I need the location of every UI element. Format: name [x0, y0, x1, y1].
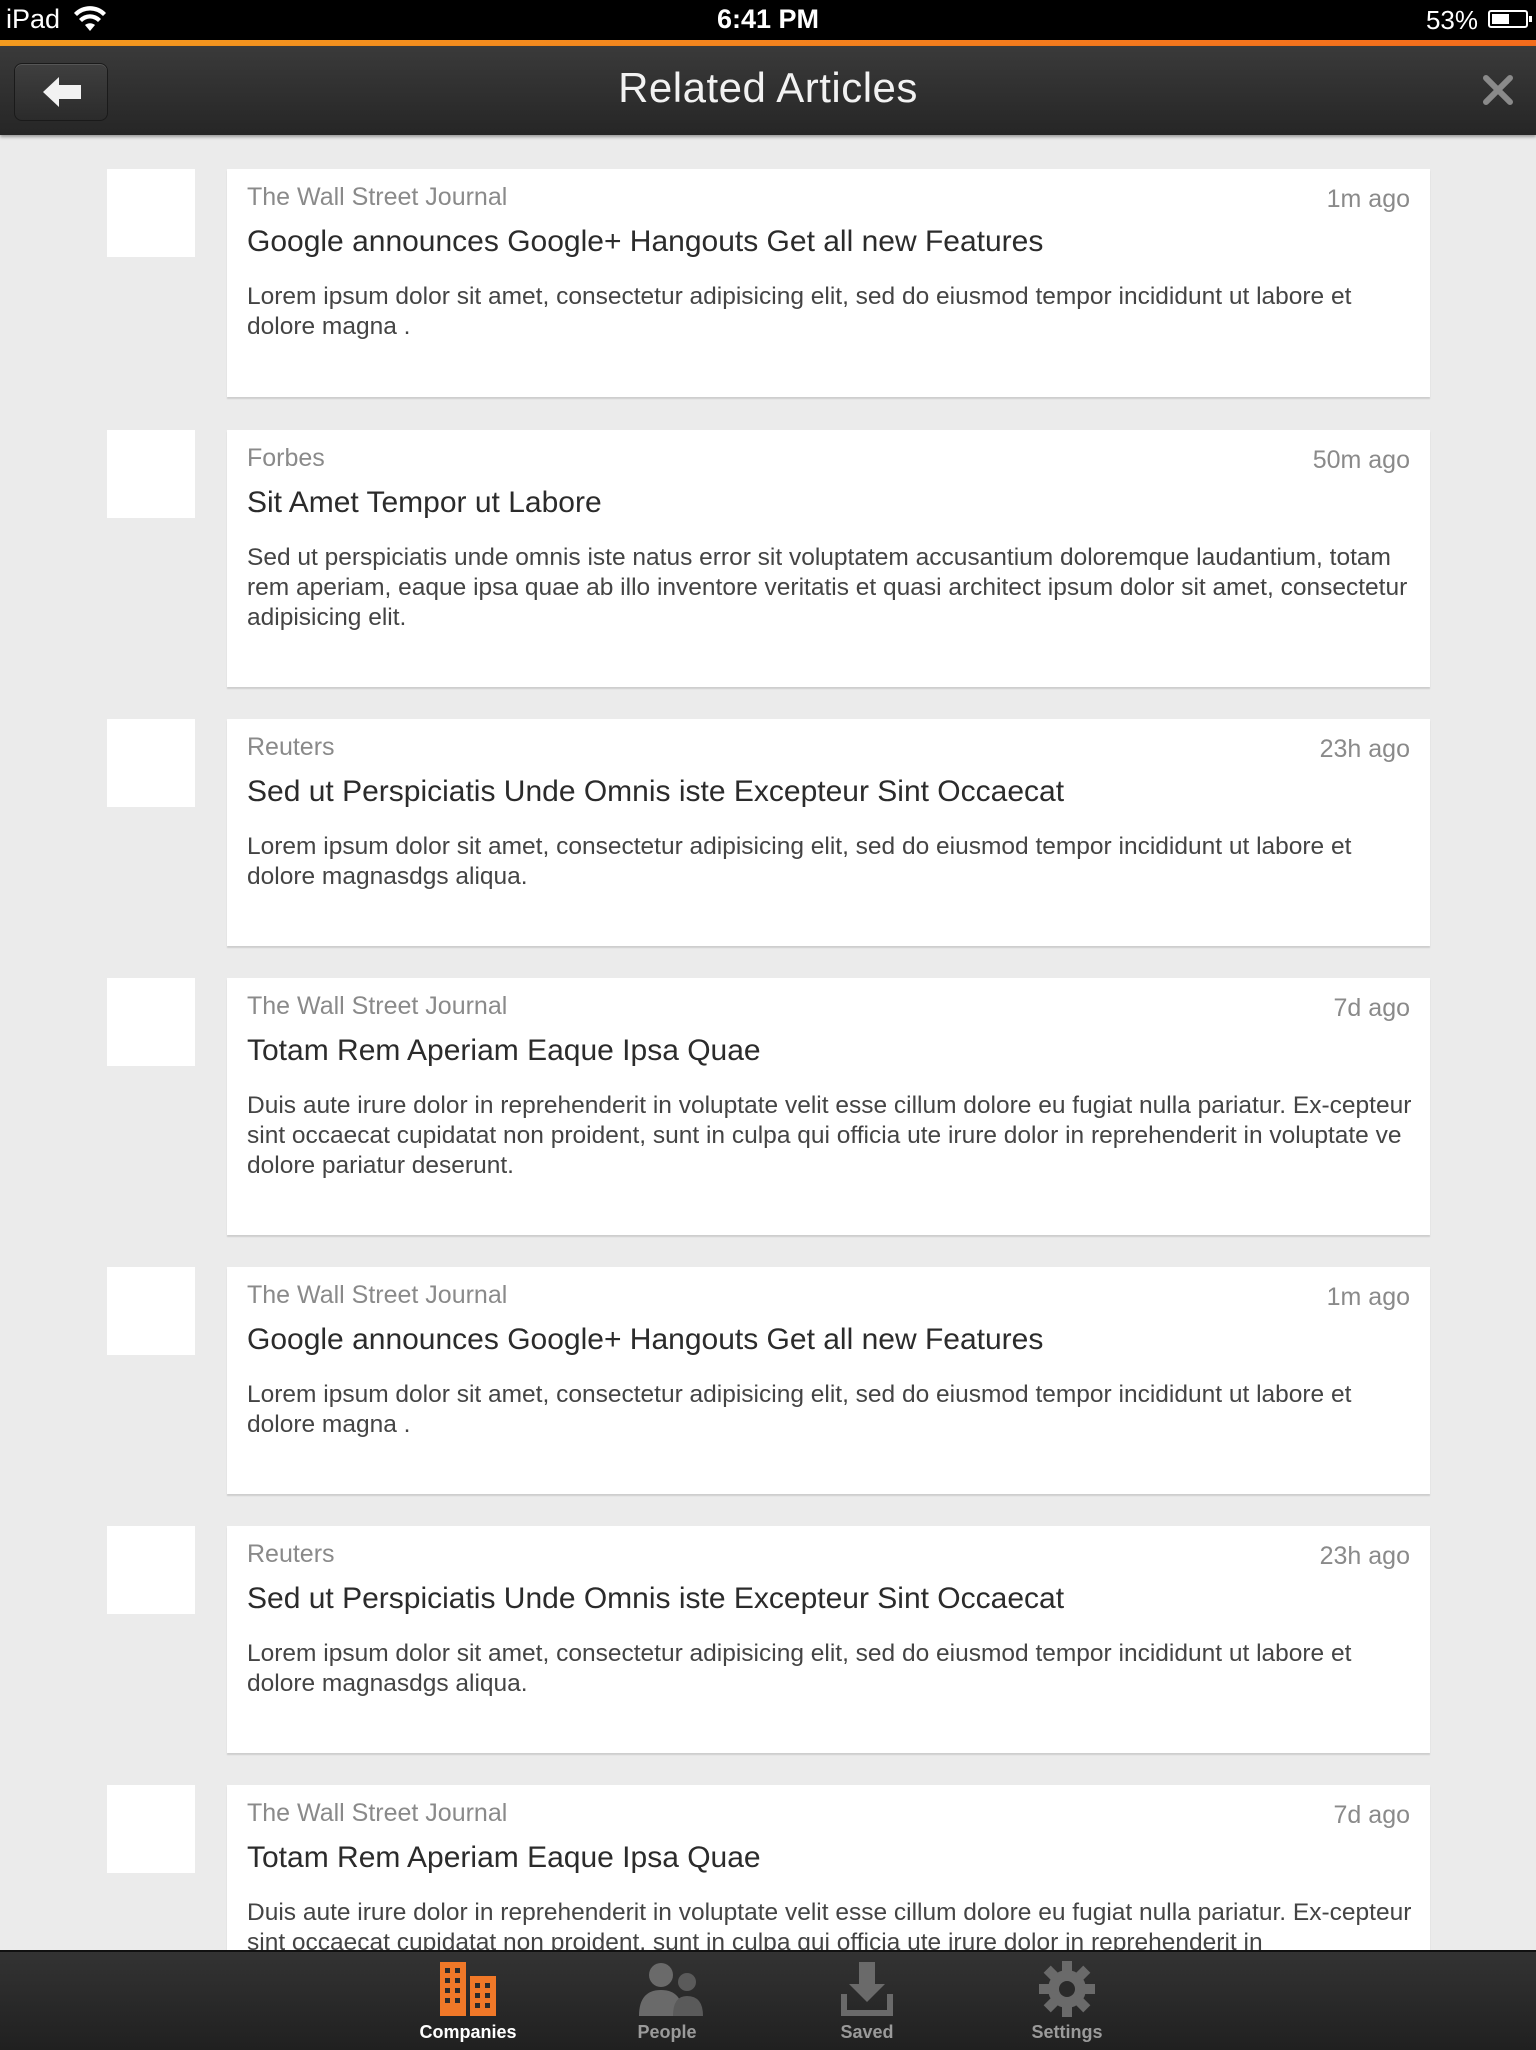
article-summary: Duis aute irure dolor in reprehenderit i…	[247, 1899, 1412, 1950]
article-summary: Sed ut perspiciatis unde omnis iste natu…	[247, 544, 1408, 631]
article-source: The Wall Street Journal	[247, 1799, 508, 1827]
tab-people[interactable]: People	[592, 1952, 742, 2050]
article-card[interactable]: Forbes 50m ago Sit Amet Tempor ut Labore…	[227, 430, 1430, 687]
article-summary: Duis aute irure dolor in reprehenderit i…	[247, 1092, 1412, 1179]
companies-icon	[440, 1962, 496, 2016]
article-list[interactable]: The Wall Street Journal 1m ago Google an…	[0, 135, 1536, 1950]
article-thumbnail	[107, 978, 195, 1066]
article-time: 1m ago	[1326, 1283, 1410, 1311]
article-thumbnail	[107, 430, 195, 518]
people-icon	[639, 1963, 703, 2016]
article-source: The Wall Street Journal	[247, 1281, 508, 1309]
article-time: 23h ago	[1319, 735, 1410, 763]
gear-icon	[1039, 1961, 1095, 2017]
article-time: 7d ago	[1333, 1801, 1410, 1829]
article-thumbnail	[107, 1526, 195, 1614]
article-card[interactable]: Reuters 23h ago Sed ut Perspiciatis Unde…	[227, 719, 1430, 946]
article-headline: Sit Amet Tempor ut Labore	[247, 486, 602, 519]
article-card[interactable]: The Wall Street Journal 7d ago Totam Rem…	[227, 978, 1430, 1235]
article-headline: Google announces Google+ Hangouts Get al…	[247, 225, 1044, 258]
tab-label: People	[637, 2022, 697, 2042]
article-summary: Lorem ipsum dolor sit amet, consectetur …	[247, 833, 1352, 890]
article-card[interactable]: The Wall Street Journal 7d ago Totam Rem…	[227, 1785, 1430, 1950]
article-card[interactable]: Reuters 23h ago Sed ut Perspiciatis Unde…	[227, 1526, 1430, 1753]
article-card[interactable]: The Wall Street Journal 1m ago Google an…	[227, 169, 1430, 397]
tab-label: Saved	[840, 2022, 894, 2042]
article-headline: Sed ut Perspiciatis Unde Omnis iste Exce…	[247, 775, 1065, 808]
page-title: Related Articles	[618, 64, 918, 111]
status-bar: iPad 6:41 PM 53%	[0, 0, 1536, 40]
article-headline: Totam Rem Aperiam Eaque Ipsa Quae	[247, 1034, 761, 1067]
article-summary: Lorem ipsum dolor sit amet, consectetur …	[247, 1640, 1352, 1697]
article-source: Reuters	[247, 733, 335, 761]
close-icon[interactable]	[1480, 72, 1516, 108]
article-source: The Wall Street Journal	[247, 183, 508, 211]
clock: 6:41 PM	[716, 4, 820, 34]
nav-bar: Related Articles	[0, 46, 1536, 135]
battery-icon	[1488, 10, 1532, 28]
article-headline: Sed ut Perspiciatis Unde Omnis iste Exce…	[247, 1582, 1065, 1615]
article-summary: Lorem ipsum dolor sit amet, consectetur …	[247, 1381, 1352, 1438]
article-thumbnail	[107, 1785, 195, 1873]
article-thumbnail	[107, 719, 195, 807]
saved-icon	[841, 1962, 893, 2016]
article-thumbnail	[107, 1267, 195, 1355]
battery-percent: 53%	[1425, 5, 1478, 35]
article-headline: Totam Rem Aperiam Eaque Ipsa Quae	[247, 1841, 761, 1874]
article-time: 50m ago	[1312, 446, 1410, 474]
tab-label: Companies	[419, 2022, 517, 2042]
article-time: 7d ago	[1333, 994, 1410, 1022]
article-source: The Wall Street Journal	[247, 992, 508, 1020]
tab-saved[interactable]: Saved	[792, 1952, 942, 2050]
article-source: Reuters	[247, 1540, 335, 1568]
tab-settings[interactable]: Settings	[992, 1952, 1142, 2050]
tab-label: Settings	[1031, 2022, 1103, 2042]
tab-companies[interactable]: Companies	[393, 1952, 543, 2050]
article-time: 1m ago	[1326, 185, 1410, 213]
article-time: 23h ago	[1319, 1542, 1410, 1570]
article-summary: Lorem ipsum dolor sit amet, consectetur …	[247, 283, 1352, 340]
article-thumbnail	[107, 169, 195, 257]
tab-bar: Companies People Saved Settings	[0, 1950, 1536, 2050]
article-source: Forbes	[247, 444, 325, 472]
article-card[interactable]: The Wall Street Journal 1m ago Google an…	[227, 1267, 1430, 1494]
article-headline: Google announces Google+ Hangouts Get al…	[247, 1323, 1044, 1356]
